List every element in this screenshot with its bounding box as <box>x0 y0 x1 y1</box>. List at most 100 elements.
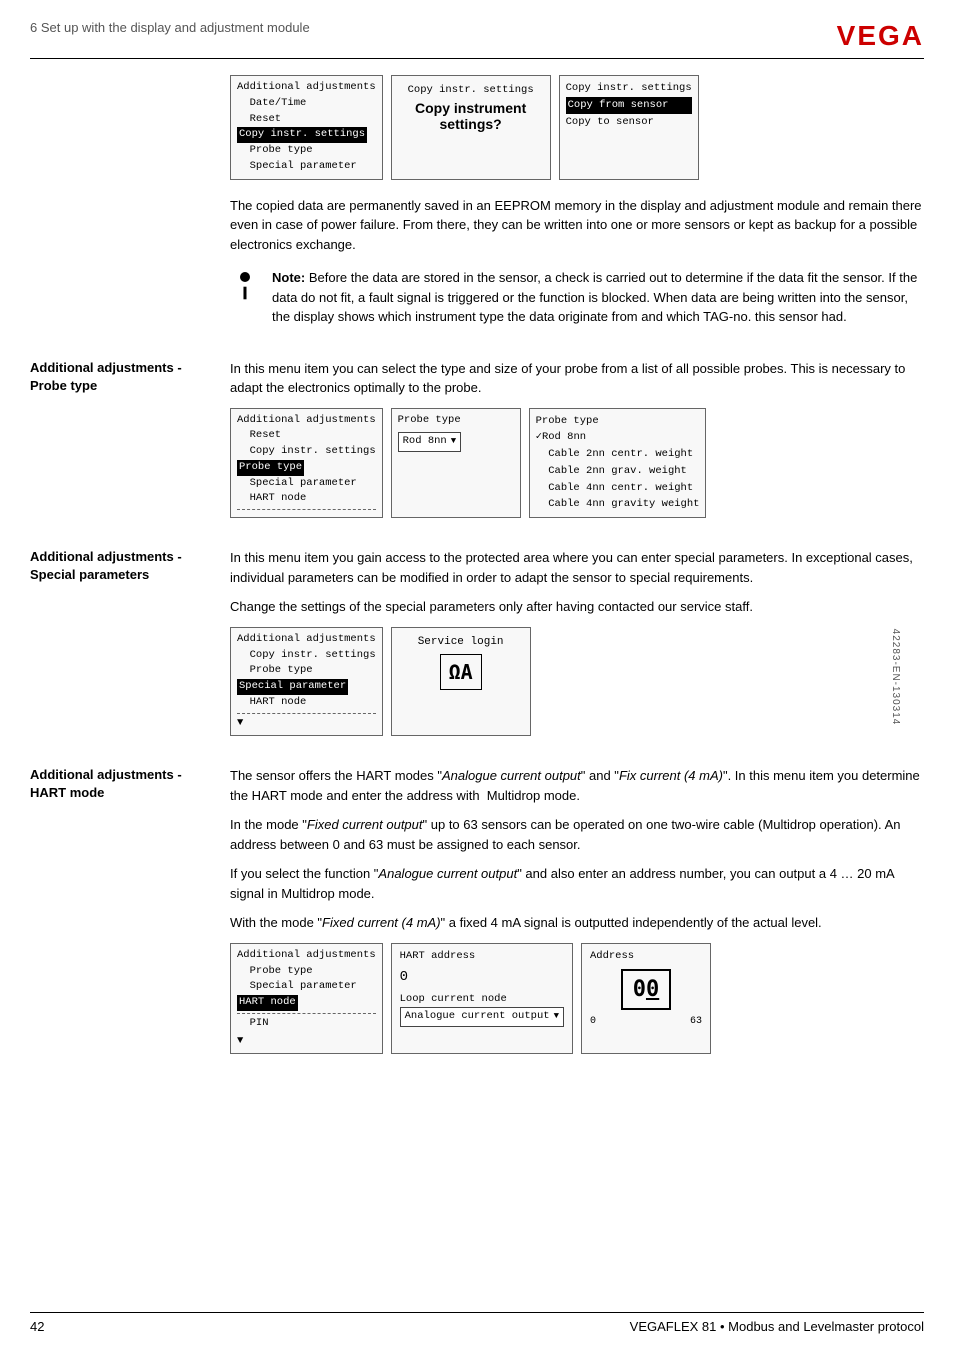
probe-menu-item-reset: Reset <box>237 428 376 444</box>
probe-right-title: Probe type <box>536 413 700 430</box>
probe-right-option4: Cable 4nn centr. weight <box>536 480 700 497</box>
hart-menu-arrow: ▼ <box>237 1034 376 1050</box>
page: 6 Set up with the display and adjustment… <box>0 0 954 1354</box>
probe-dropdown-row: Rod 8nn ▼ <box>398 432 514 452</box>
special-menu-item-probe: Probe type <box>237 663 376 679</box>
special-menu-item-special: Special parameter <box>237 679 348 695</box>
hart-label: Additional adjustments - HART mode <box>30 766 230 1066</box>
hart-menu-pin: PIN <box>237 1016 376 1032</box>
hart-range-row: 0 63 <box>590 1014 702 1029</box>
probe-right-box: Probe type ✓Rod 8nn Cable 2nn centr. wei… <box>529 408 707 519</box>
probe-menu-box: Additional adjustments Reset Copy instr.… <box>230 408 383 519</box>
hart-middle-box: HART address 0 Loop current node Analogu… <box>391 943 573 1055</box>
note-letter: 𝐈 <box>243 286 248 304</box>
probe-menu-item-hart: HART node <box>237 491 376 507</box>
probe-screens: Additional adjustments Reset Copy instr.… <box>230 408 924 519</box>
copy-screens-block: Additional adjustments Date/Time Reset C… <box>230 75 924 254</box>
hart-menu-box: Additional adjustments Probe type Specia… <box>230 943 383 1055</box>
hart-label-line1: Additional adjustments - <box>30 766 220 784</box>
hart-address-title: HART address <box>400 949 564 965</box>
probe-menu-title: Additional adjustments <box>237 413 376 429</box>
hart-loop-dropdown-value: Analogue current output <box>405 1009 550 1025</box>
copy-menu-item-special: Special parameter <box>237 159 376 175</box>
special-menu-item-copy: Copy instr. settings <box>237 648 376 664</box>
copy-middle-title: Copy instr. settings <box>404 84 538 96</box>
special-label-line1: Additional adjustments - <box>30 548 220 566</box>
special-screens: Additional adjustments Copy instr. setti… <box>230 627 924 737</box>
copy-middle-main-line1: Copy instrument <box>404 100 538 116</box>
hart-description4: With the mode "Fixed current (4 mA)" a f… <box>230 913 924 933</box>
note-section: 𝐈 Note: Before the data are stored in th… <box>230 268 924 327</box>
probe-label: Additional adjustments - Probe type <box>30 359 230 531</box>
copy-description: The copied data are permanently saved in… <box>230 196 924 255</box>
page-footer: 42 VEGAFLEX 81 • Modbus and Levelmaster … <box>30 1312 924 1334</box>
copy-right-option2: Copy to sensor <box>566 114 692 131</box>
page-header: 6 Set up with the display and adjustment… <box>30 20 924 59</box>
probe-middle-box: Probe type Rod 8nn ▼ <box>391 408 521 519</box>
hart-label-line2: HART mode <box>30 784 220 802</box>
special-description2: Change the settings of the special param… <box>230 597 924 617</box>
hart-menu-item-probe: Probe type <box>237 964 376 980</box>
note-text: Before the data are stored in the sensor… <box>272 270 917 324</box>
note-title: Note: <box>272 270 305 285</box>
hart-right-box: Address 00 0 63 <box>581 943 711 1055</box>
probe-menu-dashed <box>237 509 376 510</box>
hart-range-min: 0 <box>590 1014 596 1029</box>
special-menu-dashed <box>237 713 376 714</box>
special-service-title: Service login <box>400 634 522 651</box>
hart-content: The sensor offers the HART modes "Analog… <box>230 766 924 1066</box>
special-menu-item-hart: HART node <box>237 695 376 711</box>
note-block: 𝐈 Note: Before the data are stored in th… <box>230 268 924 327</box>
hart-address-value: 0 <box>400 967 564 988</box>
copy-right-option1: Copy from sensor <box>566 97 692 114</box>
probe-menu-item-probe: Probe type <box>237 460 304 476</box>
copy-middle-box: Copy instr. settings Copy instrument set… <box>391 75 551 180</box>
special-label-line2: Special parameters <box>30 566 220 584</box>
page-number: 42 <box>30 1319 44 1334</box>
special-menu-title: Additional adjustments <box>237 632 376 648</box>
special-service-box: Service login ΩΑ <box>391 627 531 737</box>
probe-label-line1: Additional adjustments - <box>30 359 220 377</box>
hart-menu-item-special: Special parameter <box>237 979 376 995</box>
hart-description3: If you select the function "Analogue cur… <box>230 864 924 903</box>
probe-description: In this menu item you can select the typ… <box>230 359 924 398</box>
hart-menu-dashed <box>237 1013 376 1014</box>
hart-right-title: Address <box>590 949 702 965</box>
probe-middle-title: Probe type <box>398 413 514 429</box>
hart-screens: Additional adjustments Probe type Specia… <box>230 943 924 1055</box>
probe-content: In this menu item you can select the typ… <box>230 359 924 531</box>
copy-middle-main-line2: settings? <box>404 116 538 132</box>
hart-menu-title: Additional adjustments <box>237 948 376 964</box>
probe-dropdown-arrow: ▼ <box>451 435 456 449</box>
copy-menu-item-probe: Probe type <box>237 143 376 159</box>
probe-menu-item-copy: Copy instr. settings <box>237 444 376 460</box>
special-service-display: ΩΑ <box>440 654 482 690</box>
hart-loop-dropdown-arrow: ▼ <box>554 1010 559 1024</box>
probe-right-option1: ✓Rod 8nn <box>536 429 700 446</box>
copy-section: Additional adjustments Date/Time Reset C… <box>30 75 924 345</box>
copy-ui-screens: Additional adjustments Date/Time Reset C… <box>230 75 924 180</box>
note-dot <box>240 272 250 282</box>
hart-loop-title: Loop current node <box>400 992 564 1008</box>
copy-right-box: Copy instr. settings Copy from sensor Co… <box>559 75 699 180</box>
hart-section: Additional adjustments - HART mode The s… <box>30 766 924 1066</box>
special-description1: In this menu item you gain access to the… <box>230 548 924 587</box>
special-menu-box: Additional adjustments Copy instr. setti… <box>230 627 383 737</box>
hart-loop-dropdown[interactable]: Analogue current output ▼ <box>400 1007 564 1027</box>
probe-right-option2: Cable 2nn centr. weight <box>536 446 700 463</box>
copy-menu-item-selected: Copy instr. settings <box>237 127 367 143</box>
copy-right-title: Copy instr. settings <box>566 80 692 97</box>
probe-dropdown[interactable]: Rod 8nn ▼ <box>398 432 462 452</box>
probe-dropdown-value: Rod 8nn <box>403 434 447 450</box>
hart-address-display: 00 <box>621 969 672 1010</box>
special-section: Additional adjustments - Special paramet… <box>30 548 924 748</box>
breadcrumb: 6 Set up with the display and adjustment… <box>30 20 310 35</box>
main-content: Additional adjustments Date/Time Reset C… <box>30 75 924 1084</box>
copy-menu-box: Additional adjustments Date/Time Reset C… <box>230 75 383 180</box>
product-info: VEGAFLEX 81 • Modbus and Levelmaster pro… <box>630 1319 924 1334</box>
copy-menu-item-reset: Reset <box>237 112 376 128</box>
special-content: In this menu item you gain access to the… <box>230 548 924 748</box>
probe-right-option3: Cable 2nn grav. weight <box>536 463 700 480</box>
copy-menu-item-datetime: Date/Time <box>237 96 376 112</box>
hart-loop-dropdown-row: Analogue current output ▼ <box>400 1007 564 1027</box>
